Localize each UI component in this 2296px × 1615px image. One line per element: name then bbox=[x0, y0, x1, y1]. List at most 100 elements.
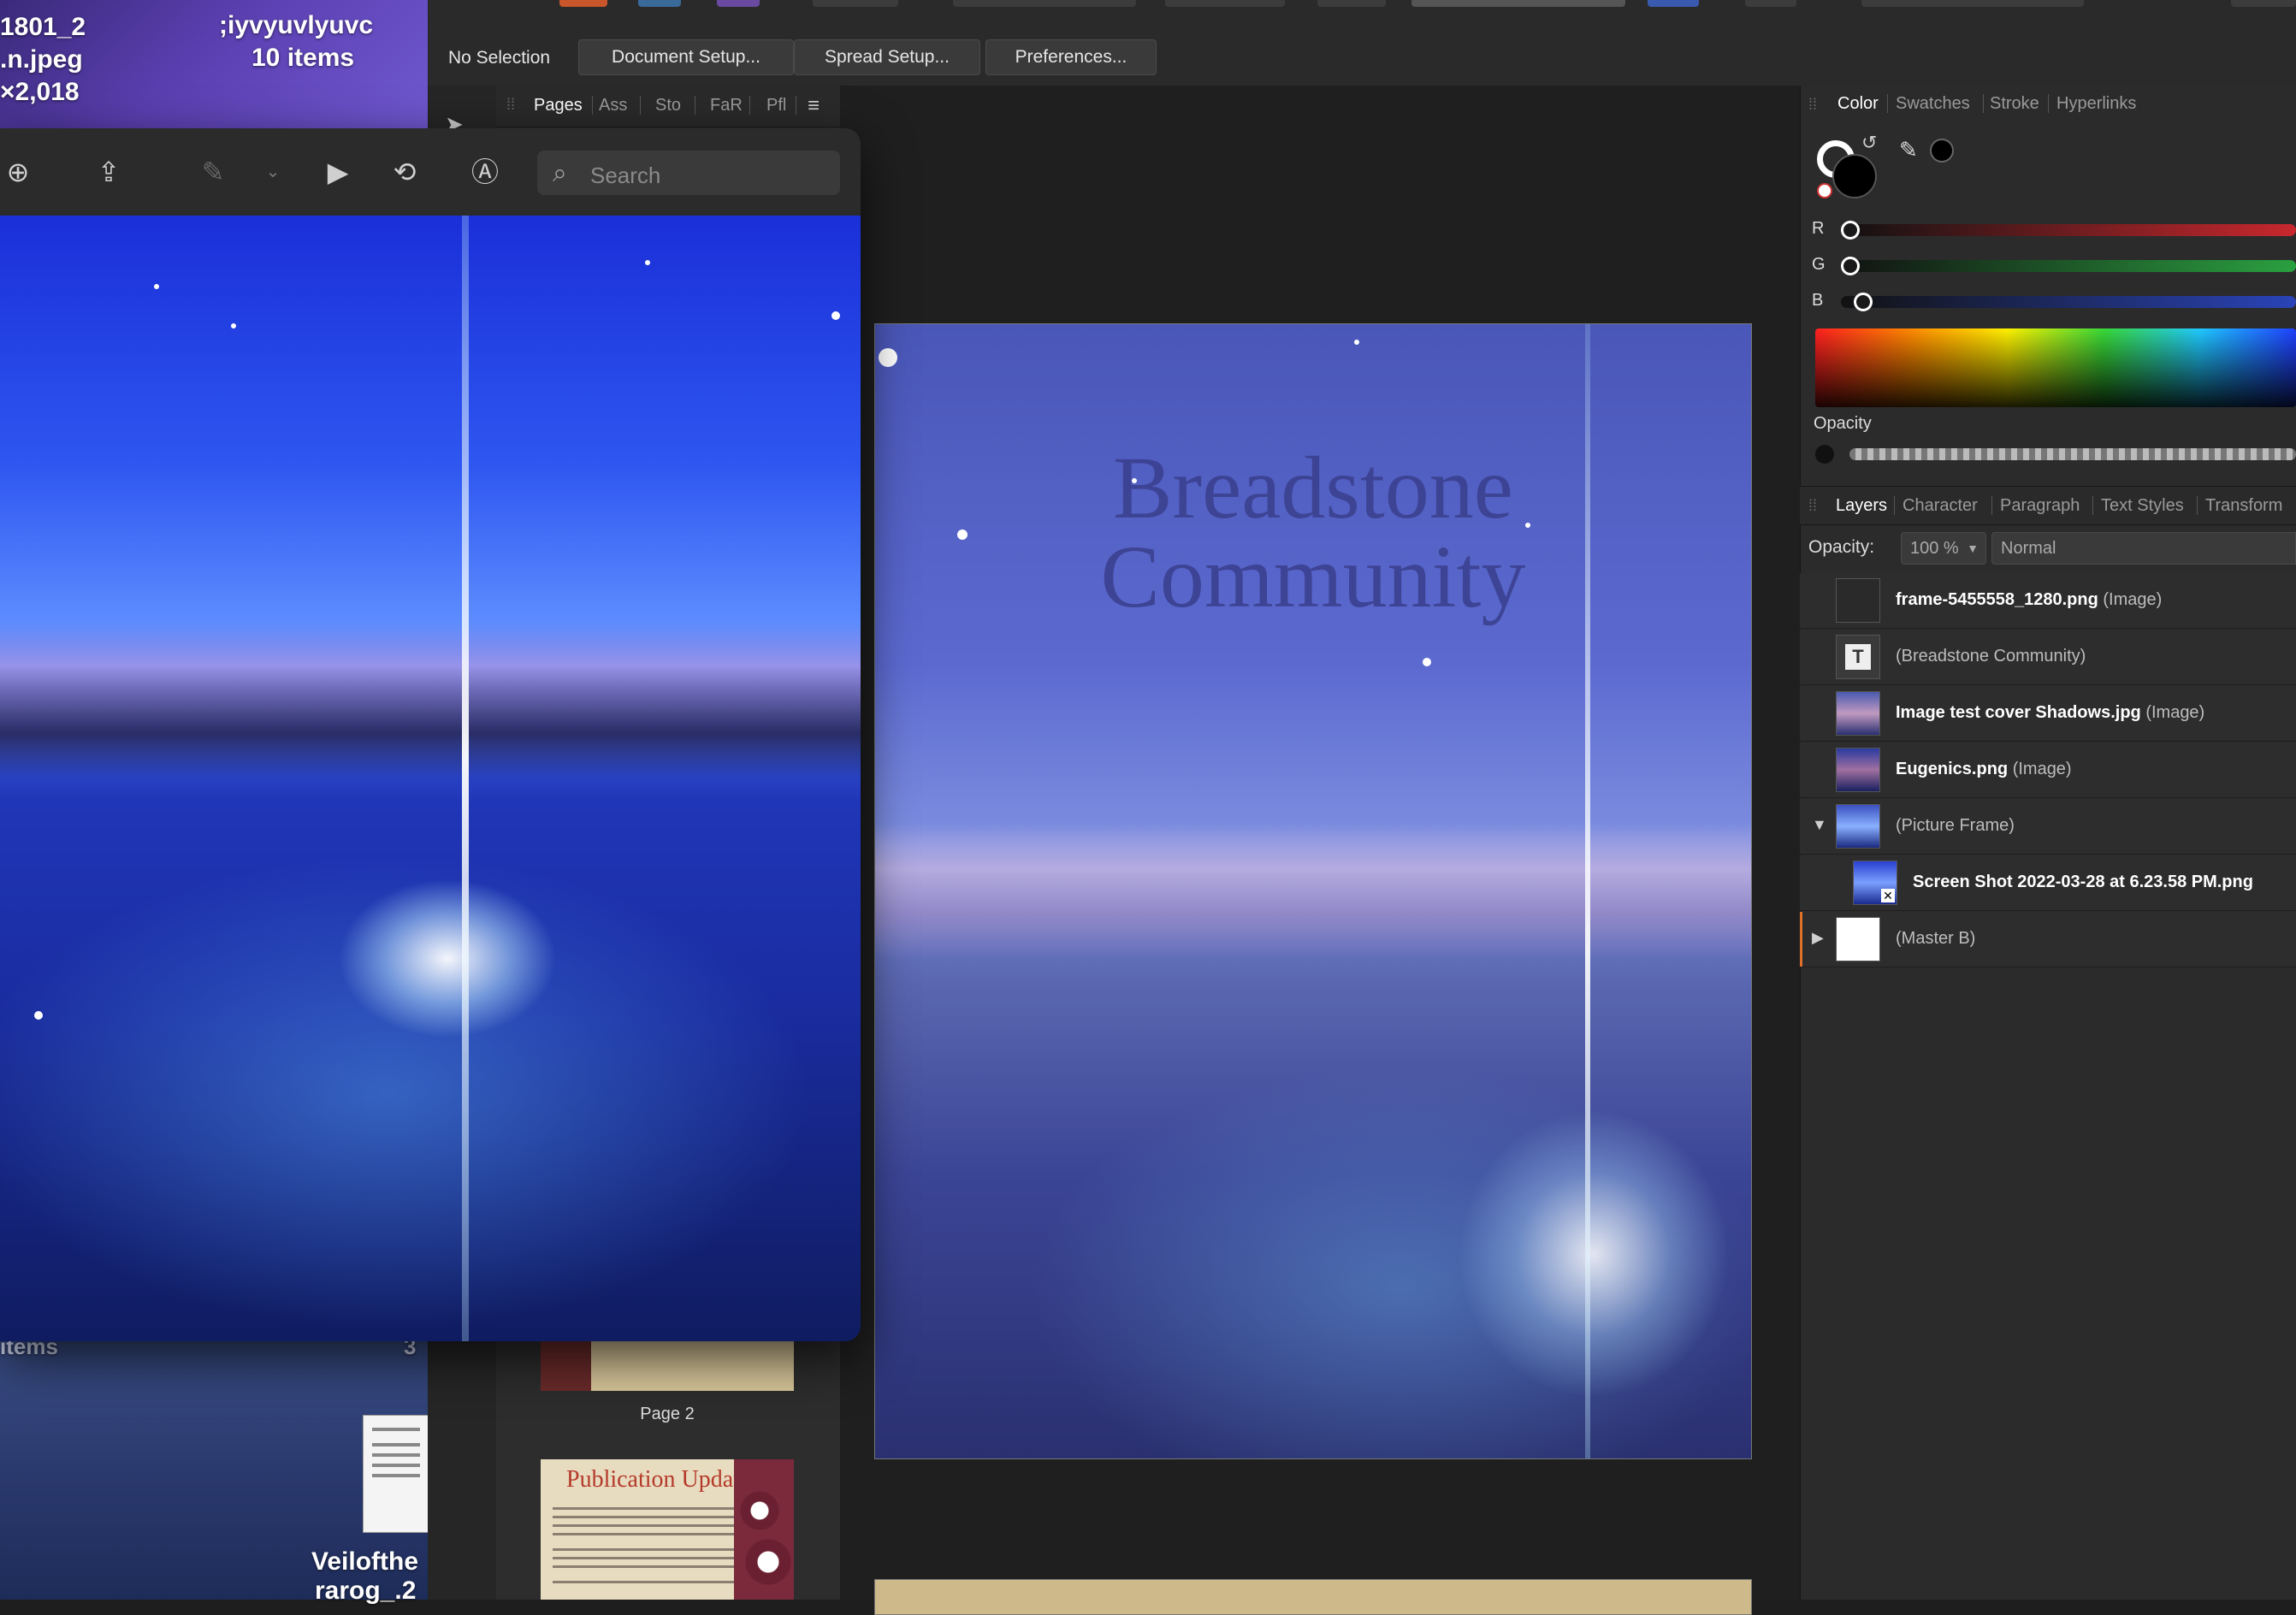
layer-row[interactable]: frame-5455558_1280.png (Image) bbox=[1800, 573, 2296, 629]
desktop-file-label-line1[interactable]: Veilofthe bbox=[311, 1547, 418, 1577]
search-icon: ⌕ bbox=[553, 159, 567, 187]
swap-colors-icon[interactable]: ↺ bbox=[1861, 132, 1877, 154]
layer-type: (Image) bbox=[2103, 590, 2163, 609]
markup-pen-icon[interactable]: ✎ bbox=[197, 156, 229, 188]
color-spectrum[interactable] bbox=[1815, 328, 2296, 407]
next-document-page[interactable] bbox=[874, 1579, 1752, 1615]
text-layer-thumbnail: T bbox=[1836, 635, 1880, 679]
green-slider-knob[interactable] bbox=[1841, 257, 1860, 275]
document-title-line2: Community bbox=[1100, 528, 1526, 626]
toolbar-persona-icon[interactable] bbox=[638, 0, 681, 7]
preferences-button[interactable]: Preferences... bbox=[985, 39, 1157, 75]
preview-window[interactable]: ⊕ ⇪ ✎ ⌄ ▶ ⟲ Ⓐ ⌕ Search bbox=[0, 128, 861, 1341]
eyedropper-icon[interactable]: ✎ bbox=[1899, 137, 1918, 163]
layer-row[interactable]: T (Breadstone Community) bbox=[1800, 630, 2296, 685]
tab-separator bbox=[749, 96, 750, 115]
document-title[interactable]: Breadstone Community bbox=[875, 444, 1751, 622]
tab-character[interactable]: Character bbox=[1902, 496, 1978, 516]
layer-row[interactable]: Image test cover Shadows.jpg (Image) bbox=[1800, 686, 2296, 742]
layer-row[interactable]: ▼ (Picture Frame) bbox=[1800, 799, 2296, 855]
page-2-thumbnail[interactable] bbox=[541, 1334, 794, 1391]
search-input[interactable]: ⌕ Search bbox=[537, 151, 840, 195]
thumbnail-text-line bbox=[553, 1533, 734, 1535]
layer-name: Screen Shot 2022-03-28 at 6.23.58 PM.png bbox=[1913, 873, 2253, 891]
tab-assets[interactable]: Ass bbox=[599, 96, 627, 115]
page-3-thumbnail[interactable]: Publication Update bbox=[541, 1459, 794, 1600]
expand-arrow-icon[interactable]: ▶ bbox=[1812, 929, 1824, 947]
zoom-in-icon[interactable]: ⊕ bbox=[2, 156, 34, 188]
tab-separator bbox=[1887, 94, 1888, 113]
panel-grip-icon[interactable]: ⁞⁞ bbox=[1808, 96, 1817, 114]
tab-find-replace[interactable]: FaR bbox=[710, 96, 743, 115]
panel-menu-icon[interactable]: ≡ bbox=[808, 94, 820, 118]
page-3-thumbnail-title: Publication Update bbox=[566, 1466, 751, 1493]
toolbar-tool-group-2[interactable] bbox=[953, 0, 1136, 7]
toolbar-tool-group-7[interactable] bbox=[1745, 0, 1796, 7]
layer-row[interactable]: Eugenics.png (Image) bbox=[1800, 742, 2296, 798]
rotate-icon[interactable]: ⟲ bbox=[388, 156, 421, 188]
tab-separator bbox=[2092, 496, 2093, 515]
collapse-arrow-icon[interactable]: ▼ bbox=[1812, 816, 1827, 834]
tab-transform[interactable]: Transform bbox=[2205, 496, 2282, 516]
markup-icon[interactable]: Ⓐ bbox=[469, 156, 501, 188]
spread-setup-button[interactable]: Spread Setup... bbox=[794, 39, 980, 75]
tab-separator bbox=[1983, 94, 1984, 113]
document-title-line1: Breadstone bbox=[1113, 439, 1513, 537]
layer-opacity-dropdown[interactable]: 100 % ▼ bbox=[1901, 532, 1986, 565]
text-frame-icon: T bbox=[1845, 644, 1871, 670]
color-opacity-slider[interactable] bbox=[1849, 448, 2296, 460]
tab-hyperlinks[interactable]: Hyperlinks bbox=[2056, 94, 2136, 114]
desktop-folder-name[interactable]: ;iyvyuvlyuvc bbox=[219, 10, 373, 41]
toolbar-tool-group-8[interactable] bbox=[1861, 0, 2084, 7]
tab-separator bbox=[2048, 94, 2049, 113]
share-icon[interactable]: ⇪ bbox=[92, 156, 125, 188]
desktop-file-name-line1[interactable]: 1801_2 bbox=[0, 12, 86, 43]
red-slider[interactable] bbox=[1841, 221, 2296, 240]
blend-mode-dropdown[interactable]: Normal bbox=[1991, 532, 2296, 565]
toolbar-persona-icon-2[interactable] bbox=[717, 0, 760, 7]
layer-thumbnail: ✕ bbox=[1853, 861, 1897, 905]
red-label: R bbox=[1812, 219, 1825, 238]
red-slider-knob[interactable] bbox=[1841, 221, 1860, 240]
tab-stock[interactable]: Sto bbox=[655, 96, 681, 115]
toolbar-tool-group-4[interactable] bbox=[1317, 0, 1386, 7]
panel-grip-icon[interactable]: ⁞⁞ bbox=[506, 96, 515, 114]
preview-image[interactable] bbox=[0, 216, 861, 1341]
toolbar-tool-group-6[interactable] bbox=[1648, 0, 1699, 7]
desktop-file-label-line2[interactable]: rarog_.2 bbox=[315, 1576, 416, 1606]
tab-text-styles[interactable]: Text Styles bbox=[2101, 496, 2184, 516]
layer-row[interactable]: ▶ (Master B) bbox=[1800, 912, 2296, 967]
desktop-file-name-line2[interactable]: .n.jpeg bbox=[0, 44, 83, 75]
opacity-swatch bbox=[1815, 445, 1834, 464]
tab-pages[interactable]: Pages bbox=[534, 96, 583, 115]
document-page[interactable]: Breadstone Community bbox=[874, 323, 1752, 1459]
tab-layers[interactable]: Layers bbox=[1836, 496, 1887, 516]
green-slider[interactable] bbox=[1841, 257, 2296, 275]
tab-swatches[interactable]: Swatches bbox=[1896, 94, 1970, 114]
picked-color-swatch[interactable] bbox=[1930, 139, 1954, 163]
no-color-icon[interactable] bbox=[1817, 183, 1832, 198]
desktop-document-thumbnail[interactable] bbox=[363, 1415, 429, 1533]
toolbar-studio-icon[interactable] bbox=[559, 0, 607, 7]
toolbar-tool-group-5[interactable] bbox=[1411, 0, 1625, 7]
thumbnail-text-line bbox=[553, 1565, 734, 1568]
toolbar-tool-group-3[interactable] bbox=[1165, 0, 1285, 7]
thumbnail-text-line bbox=[553, 1516, 734, 1518]
blue-slider[interactable] bbox=[1841, 293, 2296, 311]
slideshow-icon[interactable]: ▶ bbox=[322, 156, 354, 188]
desktop-folder-count: 10 items bbox=[251, 44, 355, 72]
layer-row[interactable]: ✕ Screen Shot 2022-03-28 at 6.23.58 PM.p… bbox=[1800, 855, 2296, 911]
fill-color-well[interactable] bbox=[1832, 154, 1877, 198]
tab-separator bbox=[592, 96, 593, 115]
tab-preflight[interactable]: Pfl bbox=[766, 96, 786, 115]
document-setup-button[interactable]: Document Setup... bbox=[578, 39, 794, 75]
panel-grip-icon[interactable]: ⁞⁞ bbox=[1808, 497, 1817, 515]
layer-type: (Master B) bbox=[1896, 929, 1976, 948]
toolbar-tool-group-9[interactable] bbox=[2231, 0, 2296, 7]
tab-paragraph[interactable]: Paragraph bbox=[2000, 496, 2080, 516]
tab-color[interactable]: Color bbox=[1837, 94, 1879, 114]
chevron-down-icon[interactable]: ⌄ bbox=[257, 156, 289, 188]
toolbar-tool-group-1[interactable] bbox=[813, 0, 898, 7]
tab-stroke[interactable]: Stroke bbox=[1990, 94, 2039, 114]
layer-thumbnail bbox=[1836, 917, 1880, 961]
